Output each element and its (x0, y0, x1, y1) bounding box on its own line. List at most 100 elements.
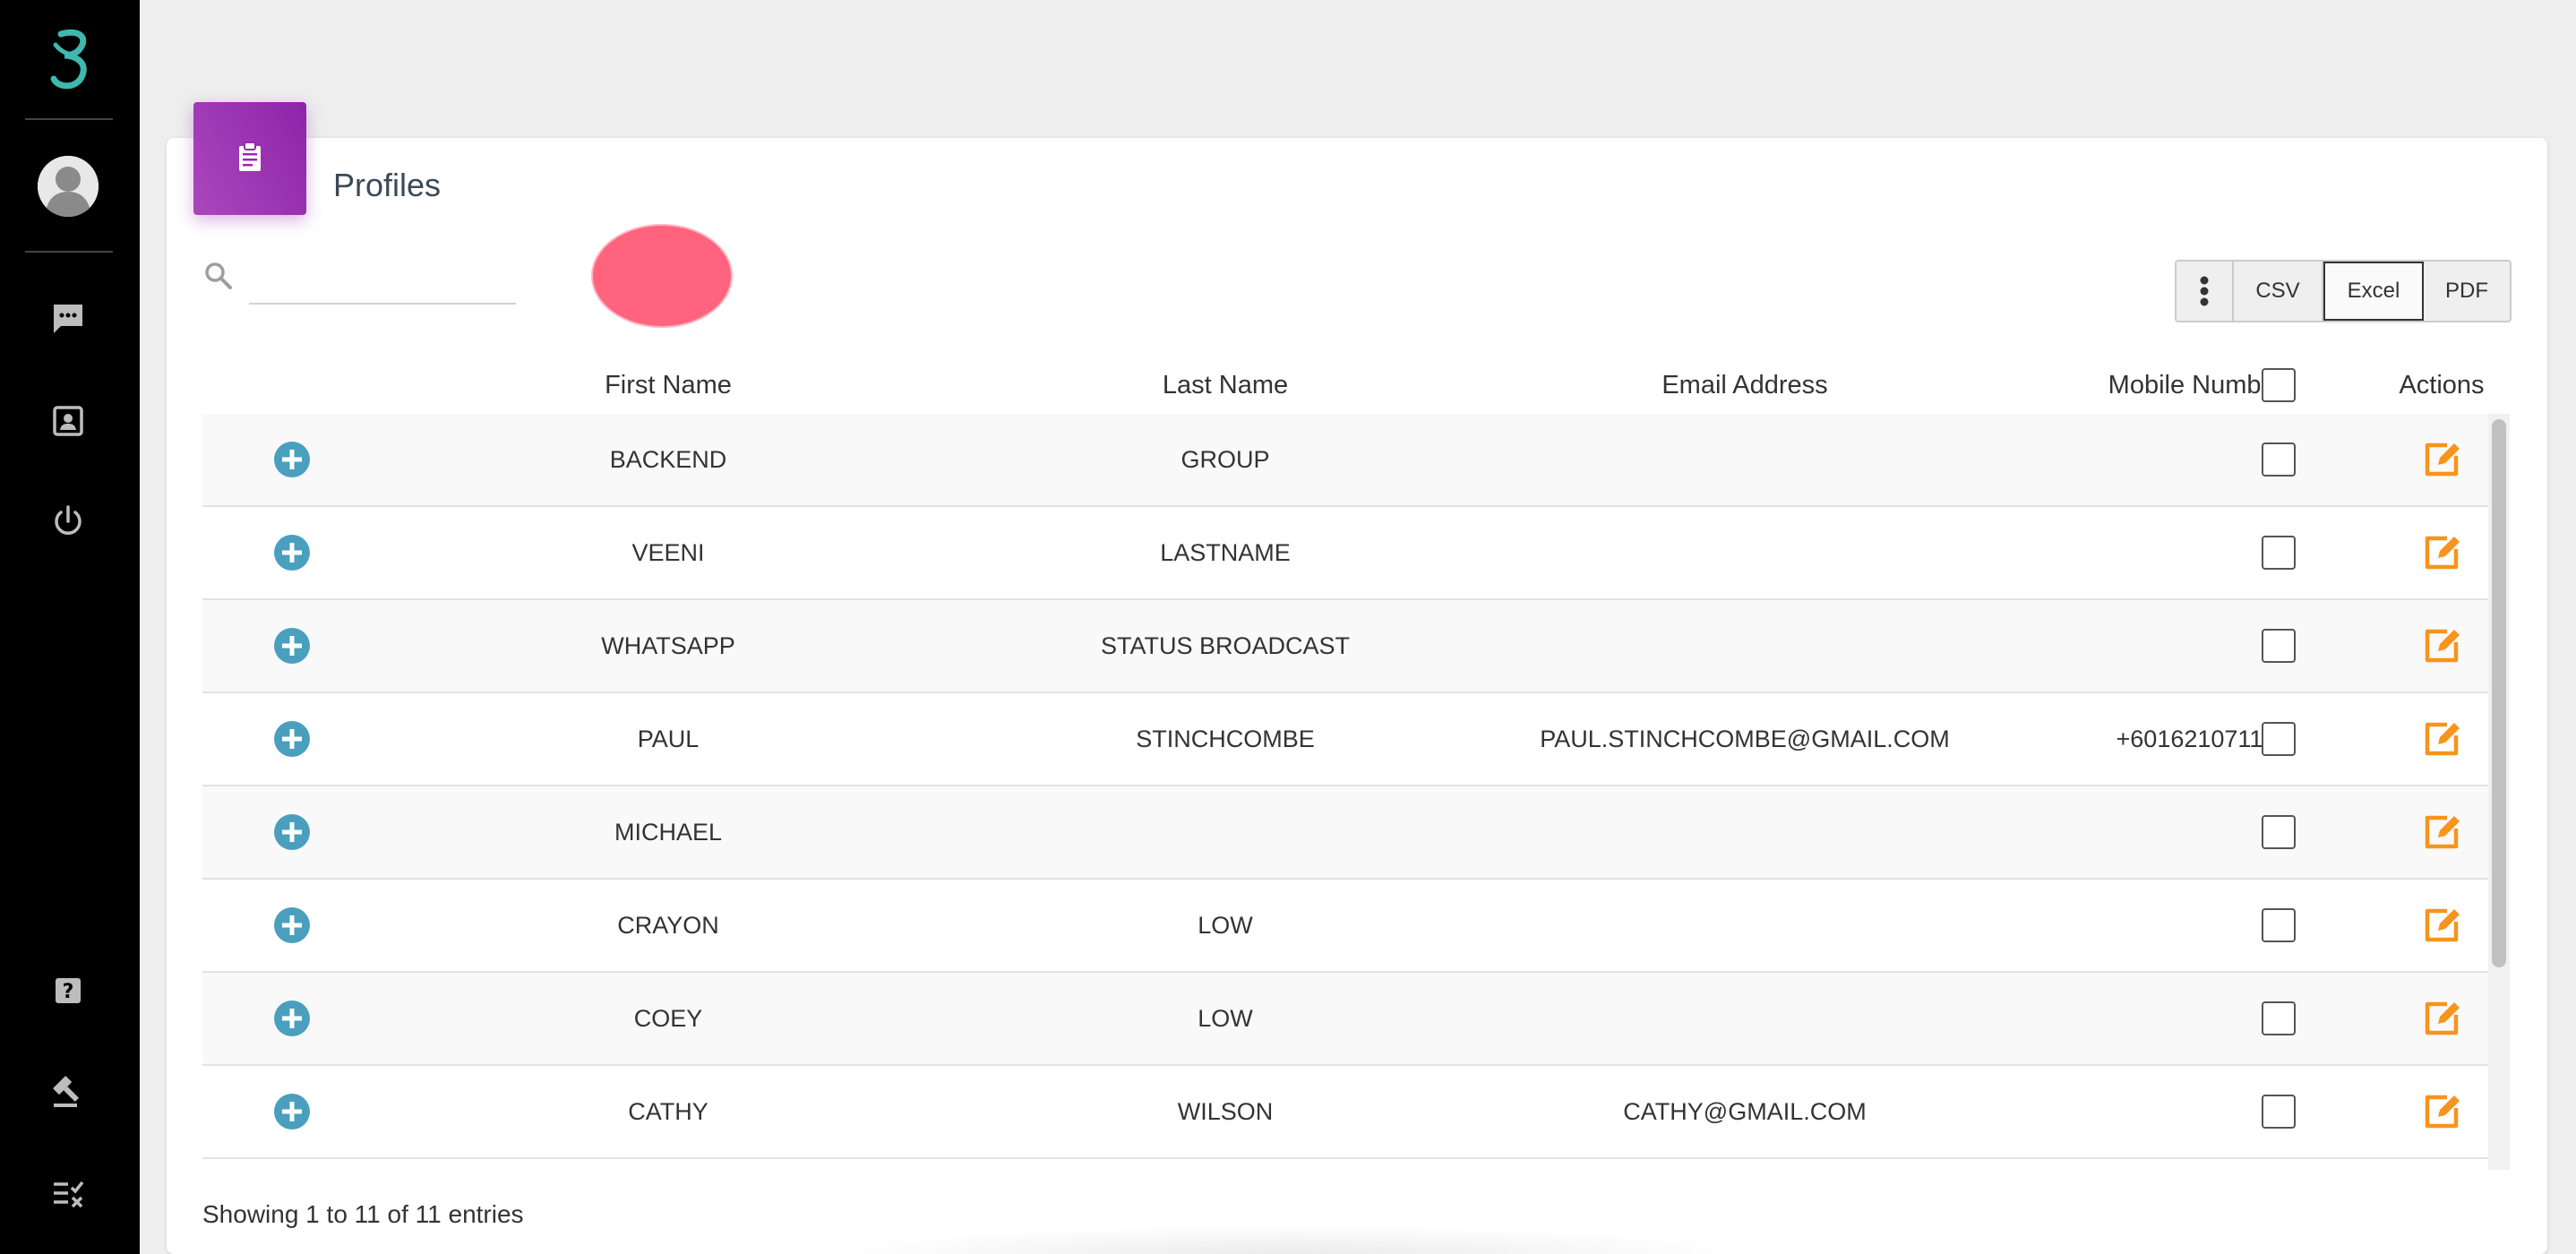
email-cell (1422, 786, 2067, 878)
edit-icon[interactable] (2420, 997, 2463, 1040)
mobile-cell (1981, 507, 2411, 598)
row-checkbox[interactable] (2262, 536, 2296, 570)
checklist-icon[interactable] (47, 1170, 90, 1213)
select-cell (2243, 880, 2314, 971)
table-row: PAUL STINCHCOMBE PAUL.STINCHCOMBE@GMAIL.CO… (202, 693, 2488, 786)
avatar[interactable] (38, 156, 99, 217)
column-header-mobile[interactable]: Mobile Number (1981, 358, 2411, 412)
select-cell (2243, 600, 2314, 691)
mobile-cell (1981, 973, 2411, 1064)
table-body: BACKEND GROUP VEENI LASTNAME WHATSAPP STATUS … (202, 414, 2488, 1170)
table-row: MICHAEL (202, 786, 2488, 880)
actions-cell (2397, 600, 2486, 691)
last-name-cell: LOW (1198, 1004, 1253, 1032)
csv-button[interactable]: CSV (2234, 262, 2323, 321)
edit-icon[interactable] (2420, 717, 2463, 760)
mobile-cell (1981, 1066, 2411, 1157)
last-name-cell: GROUP (1181, 445, 1270, 473)
select-cell (2243, 693, 2314, 785)
actions-cell (2397, 786, 2486, 878)
row-checkbox[interactable] (2262, 722, 2296, 756)
edit-icon[interactable] (2420, 624, 2463, 667)
edit-icon[interactable] (2420, 1090, 2463, 1133)
email-cell: PAUL.STINCHCOMBE@GMAIL.COM (1540, 725, 1950, 752)
email-cell (1422, 414, 2067, 505)
select-cell (2243, 414, 2314, 505)
logo-icon[interactable] (38, 25, 102, 93)
row-checkbox[interactable] (2262, 1095, 2296, 1129)
edit-icon[interactable] (2420, 531, 2463, 574)
table-scrollbar[interactable] (2488, 414, 2510, 1170)
expand-cell (258, 600, 326, 691)
floating-blob (591, 224, 733, 328)
expand-cell (258, 973, 326, 1064)
expand-cell (258, 693, 326, 785)
expand-cell (258, 786, 326, 878)
edit-icon[interactable] (2420, 811, 2463, 854)
svg-text:?: ? (63, 981, 74, 1003)
table-header: First Name Last Name Email Address Mobil… (202, 358, 2488, 416)
sidebar-divider (25, 251, 113, 253)
plus-circle-icon[interactable] (274, 1094, 310, 1129)
column-header-last-name[interactable]: Last Name (975, 358, 1476, 412)
column-header-first-name[interactable]: First Name (555, 358, 781, 412)
plus-circle-icon[interactable] (274, 814, 310, 850)
mobile-cell (1981, 786, 2411, 878)
plus-circle-icon[interactable] (274, 535, 310, 571)
select-all-cell (2243, 358, 2314, 412)
search-input[interactable] (249, 260, 516, 305)
plus-circle-icon[interactable] (274, 442, 310, 477)
gavel-icon[interactable] (47, 1069, 90, 1112)
column-header-actions: Actions (2399, 370, 2485, 399)
select-cell (2243, 1066, 2314, 1157)
last-name-cell: LASTNAME (1160, 538, 1291, 566)
edit-icon[interactable] (2420, 904, 2463, 947)
email-cell (1422, 973, 2067, 1064)
table-row: CRAYON LOW (202, 880, 2488, 973)
excel-button[interactable]: Excel (2323, 262, 2424, 321)
select-cell (2243, 973, 2314, 1064)
first-name-cell: CATHY (628, 1097, 708, 1125)
row-checkbox[interactable] (2262, 1001, 2296, 1035)
scrollbar-thumb[interactable] (2492, 419, 2506, 967)
more-options-button[interactable] (2177, 262, 2234, 321)
kebab-icon (2200, 276, 2209, 306)
expand-cell (258, 880, 326, 971)
row-checkbox[interactable] (2262, 815, 2296, 849)
mobile-cell (1981, 880, 2411, 971)
select-all-checkbox[interactable] (2262, 368, 2296, 402)
row-checkbox[interactable] (2262, 908, 2296, 942)
first-name-cell: PAUL (637, 725, 700, 752)
table-row: BACKEND GROUP (202, 414, 2488, 507)
column-header-email[interactable]: Email Address (1422, 358, 2067, 412)
last-name-cell: STINCHCOMBE (1136, 725, 1315, 752)
first-name-cell: VEENI (631, 538, 705, 566)
sidebar-divider (25, 118, 113, 120)
actions-cell (2397, 1066, 2486, 1157)
email-cell (1422, 600, 2067, 691)
pdf-button[interactable]: PDF (2424, 262, 2510, 321)
row-checkbox[interactable] (2262, 629, 2296, 663)
row-checkbox[interactable] (2262, 442, 2296, 477)
card-badge (193, 102, 306, 215)
last-name-cell: LOW (1198, 911, 1253, 939)
first-name-cell: BACKEND (609, 445, 727, 473)
help-icon[interactable]: ? (47, 969, 90, 1012)
power-icon[interactable] (47, 500, 90, 543)
contact-card-icon[interactable] (47, 399, 90, 442)
sidebar: ? (0, 0, 140, 1254)
search-icon (202, 260, 235, 292)
plus-circle-icon[interactable] (274, 907, 310, 943)
plus-circle-icon[interactable] (274, 1001, 310, 1036)
plus-circle-icon[interactable] (274, 721, 310, 757)
chat-icon[interactable] (47, 297, 90, 340)
table-row: CATHY WILSON CATHY@GMAIL.COM (202, 1066, 2488, 1159)
select-cell (2243, 786, 2314, 878)
plus-circle-icon[interactable] (274, 628, 310, 664)
bottom-shadow (824, 1225, 1756, 1254)
mobile-cell (1981, 414, 2411, 505)
first-name-cell: MICHAEL (614, 818, 723, 846)
table-info: Showing 1 to 11 of 11 entries (202, 1200, 524, 1228)
edit-icon[interactable] (2420, 438, 2463, 481)
email-cell (1422, 507, 2067, 598)
